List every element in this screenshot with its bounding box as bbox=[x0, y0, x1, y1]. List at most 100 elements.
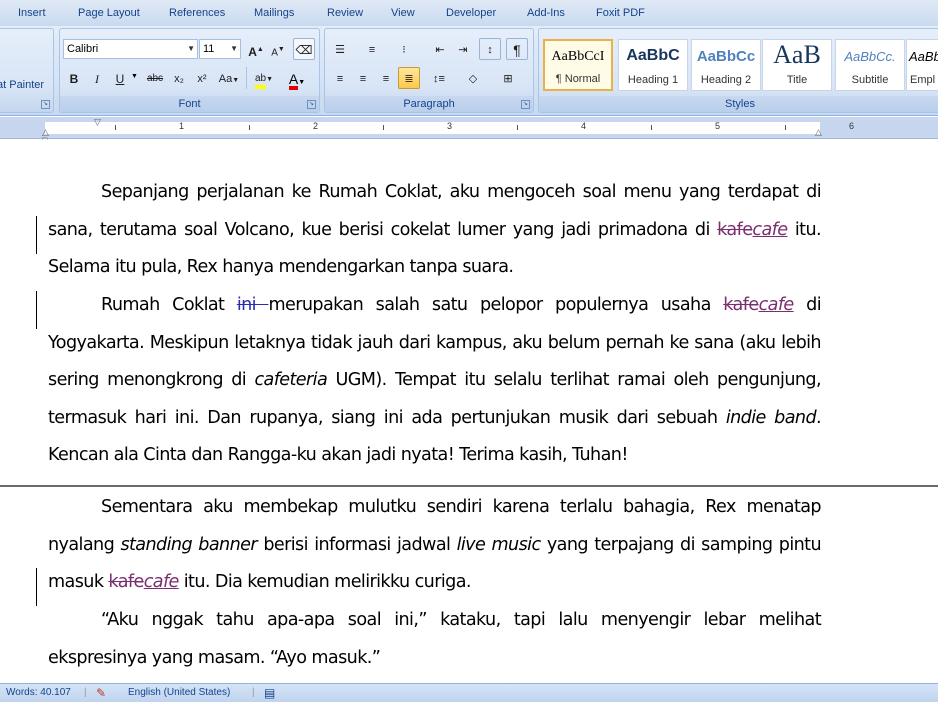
clear-formatting-icon[interactable]: ⌫ bbox=[293, 38, 315, 60]
font-group: Calibri ▼ 11 ▼ A▲ A▼ ⌫ B I U ▼ abc x₂ x²… bbox=[59, 28, 320, 113]
paragraph-4[interactable]: “Aku nggak tahu apa-apa soal ini,” katak… bbox=[48, 602, 822, 677]
tracked-insertion: cafe bbox=[143, 572, 180, 592]
paragraph-2[interactable]: Rumah Coklat ini merupakan salah satu pe… bbox=[48, 287, 822, 475]
chevron-down-icon: ▼ bbox=[230, 44, 238, 53]
page-break bbox=[0, 485, 938, 487]
chevron-down-icon[interactable]: ▼ bbox=[131, 73, 138, 80]
clipboard-launcher-icon[interactable]: ↘ bbox=[41, 100, 50, 109]
ribbon-tab-bar: Insert Page Layout References Mailings R… bbox=[0, 0, 938, 26]
ruler-number: 3 bbox=[447, 121, 453, 131]
paragraph-dialog-launcher-icon[interactable]: ↘ bbox=[521, 100, 530, 109]
tab-review[interactable]: Review bbox=[327, 0, 363, 26]
ruler-page-area bbox=[45, 122, 820, 134]
style-title[interactable]: AaB Title bbox=[762, 39, 832, 91]
decrease-indent-icon[interactable]: ⇤ bbox=[429, 38, 451, 60]
ruler-number: 2 bbox=[313, 121, 319, 131]
change-bar bbox=[36, 291, 37, 329]
shrink-font-button[interactable]: A▼ bbox=[267, 38, 289, 60]
chevron-down-icon: ▼ bbox=[187, 44, 195, 53]
paragraph-1[interactable]: Sepanjang perjalanan ke Rumah Coklat, ak… bbox=[48, 174, 822, 287]
increase-indent-icon[interactable]: ⇥ bbox=[452, 38, 474, 60]
italic-button[interactable]: I bbox=[86, 67, 108, 89]
language-indicator[interactable]: English (United States) bbox=[128, 684, 230, 702]
align-center-icon[interactable]: ≡ bbox=[352, 67, 374, 89]
show-formatting-button[interactable]: ¶ bbox=[506, 38, 528, 60]
clipboard-group: at Painter ↘ bbox=[0, 28, 54, 113]
ruler-tick bbox=[115, 125, 116, 130]
subscript-button[interactable]: x₂ bbox=[168, 67, 190, 89]
ruler-tick bbox=[785, 125, 786, 130]
tab-references[interactable]: References bbox=[169, 0, 225, 26]
ruler-tick bbox=[651, 125, 652, 130]
tab-page-layout[interactable]: Page Layout bbox=[78, 0, 140, 26]
font-group-label: Font bbox=[60, 96, 319, 112]
change-bar bbox=[36, 216, 37, 254]
tab-developer[interactable]: Developer bbox=[446, 0, 496, 26]
font-size-value: 11 bbox=[203, 43, 215, 55]
ruler-number: 1 bbox=[179, 121, 185, 131]
tracked-deletion: ini bbox=[236, 295, 269, 315]
macro-record-icon[interactable]: ▤ bbox=[264, 684, 275, 702]
proofing-icon[interactable]: ✎ bbox=[96, 684, 106, 702]
grow-font-button[interactable]: A▲ bbox=[245, 38, 267, 60]
style-heading-1[interactable]: AaBbC Heading 1 bbox=[618, 39, 688, 91]
text-highlight-button[interactable]: ab▼ bbox=[250, 67, 278, 89]
ruler-tick bbox=[517, 125, 518, 130]
superscript-button[interactable]: x² bbox=[191, 67, 213, 89]
tracked-deletion: kafe bbox=[108, 572, 144, 592]
tracked-insertion: cafe bbox=[758, 295, 795, 315]
font-name-value: Calibri bbox=[67, 43, 99, 55]
tab-foxit-pdf[interactable]: Foxit PDF bbox=[596, 0, 645, 26]
line-spacing-icon[interactable]: ↕≡ bbox=[425, 67, 453, 89]
shading-icon[interactable]: ◇ bbox=[459, 67, 487, 89]
numbering-icon[interactable]: ≡ bbox=[361, 38, 383, 60]
separator bbox=[246, 67, 247, 89]
tab-add-ins[interactable]: Add-Ins bbox=[527, 0, 565, 26]
word-count[interactable]: Words: 40.107 bbox=[6, 684, 71, 702]
right-indent-marker-icon[interactable]: △ bbox=[815, 128, 822, 137]
font-color-button[interactable]: A▼ bbox=[283, 67, 311, 90]
bullets-icon[interactable]: ☰ bbox=[329, 38, 351, 60]
bold-button[interactable]: B bbox=[63, 67, 85, 89]
ruler-tick bbox=[249, 125, 250, 130]
style-normal[interactable]: AaBbCcI ¶ Normal bbox=[543, 39, 613, 91]
style-heading-2[interactable]: AaBbCc Heading 2 bbox=[691, 39, 761, 91]
ruler-number: 5 bbox=[715, 121, 721, 131]
tab-mailings[interactable]: Mailings bbox=[254, 0, 294, 26]
horizontal-ruler[interactable]: 1 2 3 4 5 6 ▽ △□ △ bbox=[0, 117, 938, 145]
strikethrough-button[interactable]: abc bbox=[144, 67, 166, 89]
ruler-number: 4 bbox=[581, 121, 587, 131]
font-dialog-launcher-icon[interactable]: ↘ bbox=[307, 100, 316, 109]
justify-icon[interactable]: ≣ bbox=[398, 67, 420, 89]
styles-group-label: Styles bbox=[539, 96, 938, 112]
paragraph-group: ☰ ≡ ⁝ ⇤ ⇥ ↕ ¶ ≡ ≡ ≡ ≣ ↕≡ ◇ ⊞ Paragraph ↘ bbox=[324, 28, 534, 113]
format-painter-button[interactable]: at Painter bbox=[0, 79, 44, 91]
first-line-indent-marker-icon[interactable]: ▽ bbox=[94, 118, 101, 127]
change-bar bbox=[36, 568, 37, 606]
style-emphasis[interactable]: AaBb Empl bbox=[906, 39, 938, 91]
separator: | bbox=[252, 687, 255, 698]
align-right-icon[interactable]: ≡ bbox=[375, 67, 397, 89]
ruler-tick bbox=[383, 125, 384, 130]
font-size-dropdown[interactable]: 11 ▼ bbox=[199, 39, 241, 59]
font-name-dropdown[interactable]: Calibri ▼ bbox=[63, 39, 198, 59]
underline-button[interactable]: U bbox=[109, 67, 131, 89]
ribbon: at Painter ↘ Calibri ▼ 11 ▼ A▲ A▼ ⌫ B I … bbox=[0, 26, 938, 116]
sort-icon[interactable]: ↕ bbox=[479, 38, 501, 60]
tab-view[interactable]: View bbox=[391, 0, 415, 26]
align-left-icon[interactable]: ≡ bbox=[329, 67, 351, 89]
document-page[interactable]: Sepanjang perjalanan ke Rumah Coklat, ak… bbox=[0, 140, 938, 683]
borders-icon[interactable]: ⊞ bbox=[494, 67, 522, 89]
status-bar: Words: 40.107 | ✎ English (United States… bbox=[0, 683, 938, 702]
separator: | bbox=[84, 687, 87, 698]
ruler-number: 6 bbox=[849, 121, 855, 131]
multilevel-list-icon[interactable]: ⁝ bbox=[393, 38, 415, 60]
change-case-button[interactable]: Aa▼ bbox=[216, 67, 242, 89]
paragraph-group-label: Paragraph bbox=[325, 96, 533, 112]
style-subtitle[interactable]: AaBbCc. Subtitle bbox=[835, 39, 905, 91]
tab-insert[interactable]: Insert bbox=[18, 0, 46, 26]
tracked-deletion: kafe bbox=[717, 219, 753, 240]
paragraph-3[interactable]: Sementara aku membekap mulutku sendiri k… bbox=[48, 489, 822, 602]
styles-group: AaBbCcI ¶ Normal AaBbC Heading 1 AaBbCc … bbox=[538, 28, 938, 113]
tracked-insertion: cafe bbox=[752, 219, 788, 240]
